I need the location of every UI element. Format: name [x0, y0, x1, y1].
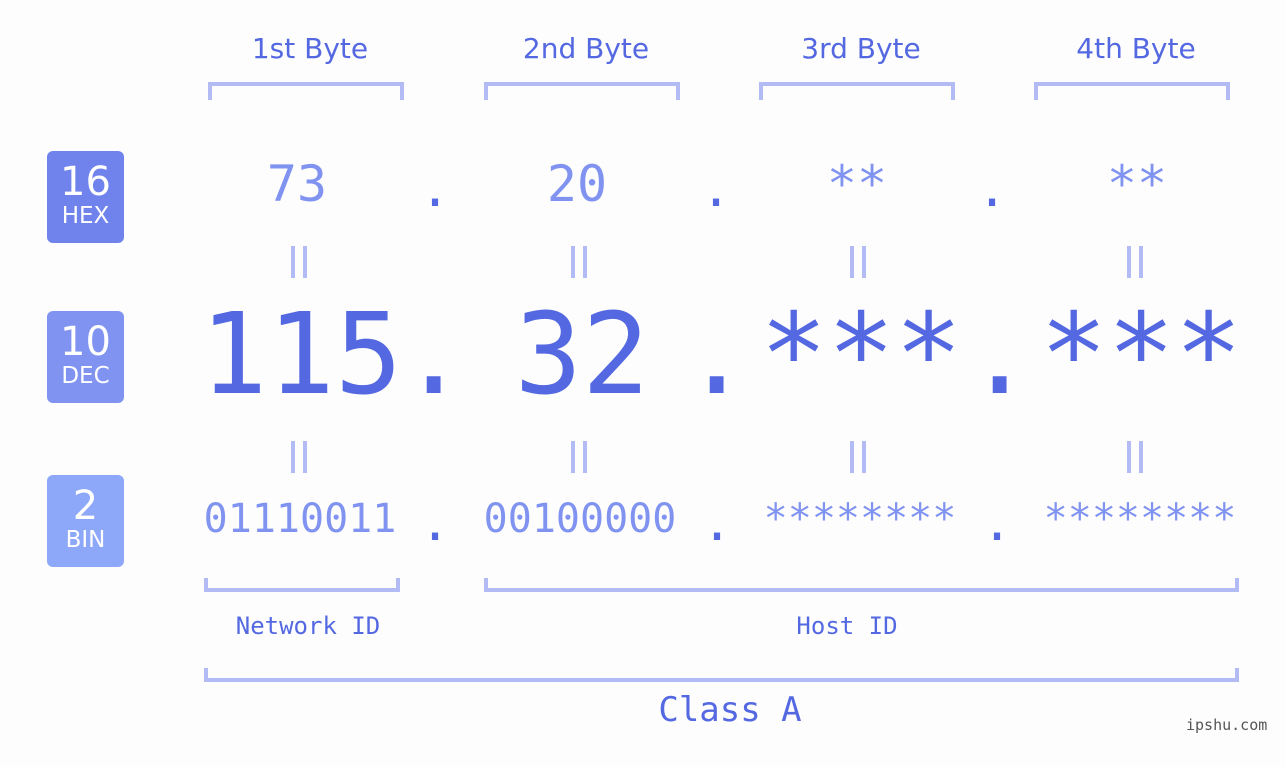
bin-dot-3: . — [982, 494, 1013, 552]
bin-byte-4: ******** — [1043, 496, 1237, 542]
dec-badge-label: DEC — [61, 363, 110, 389]
bin-byte-3: ******** — [763, 496, 957, 542]
class-bracket — [204, 668, 1239, 682]
hex-byte-3: ** — [826, 155, 888, 213]
hex-dot-2: . — [701, 160, 732, 218]
hex-dot-3: . — [977, 160, 1008, 218]
equals-icon — [1127, 441, 1147, 473]
bin-badge-base: 2 — [72, 483, 99, 529]
network-id-bracket — [204, 578, 400, 592]
watermark: ipshu.com — [1186, 716, 1268, 734]
bin-badge-label: BIN — [65, 527, 106, 553]
byte-bracket-3 — [759, 82, 955, 100]
byte-bracket-4 — [1034, 82, 1230, 100]
equals-icon — [571, 246, 591, 278]
dec-badge: 10 DEC — [47, 311, 124, 403]
equals-icon — [291, 441, 311, 473]
byte-header-3: 3rd Byte — [801, 32, 921, 65]
dec-dot-1: . — [400, 290, 468, 420]
hex-dot-1: . — [420, 160, 451, 218]
host-id-label: Host ID — [796, 612, 898, 640]
hex-badge-label: HEX — [61, 203, 110, 229]
byte-header-2: 2nd Byte — [522, 32, 650, 65]
byte-header-4: 4th Byte — [1076, 32, 1196, 65]
dec-byte-2: 32 — [514, 290, 650, 420]
dec-dot-3: . — [966, 290, 1034, 420]
hex-badge: 16 HEX — [47, 151, 124, 243]
class-label: Class A — [658, 690, 802, 730]
equals-icon — [850, 246, 870, 278]
dec-byte-3: *** — [760, 290, 963, 420]
dec-byte-4: *** — [1040, 290, 1243, 420]
equals-icon — [291, 246, 311, 278]
equals-icon — [571, 441, 591, 473]
dec-dot-2: . — [683, 290, 751, 420]
dec-badge-base: 10 — [60, 319, 111, 365]
bin-byte-2: 00100000 — [483, 496, 677, 542]
byte-bracket-1 — [208, 82, 404, 100]
bin-dot-1: . — [420, 494, 451, 552]
hex-badge-base: 16 — [60, 159, 111, 205]
host-id-bracket — [484, 578, 1239, 592]
hex-byte-2: 20 — [546, 155, 608, 213]
byte-header-1: 1st Byte — [251, 32, 369, 65]
hex-byte-1: 73 — [266, 155, 328, 213]
hex-byte-4: ** — [1106, 155, 1168, 213]
bin-badge: 2 BIN — [47, 475, 124, 567]
bin-dot-2: . — [702, 494, 733, 552]
bin-byte-1: 01110011 — [203, 496, 397, 542]
dec-byte-1: 115 — [200, 290, 403, 420]
equals-icon — [1127, 246, 1147, 278]
network-id-label: Network ID — [235, 612, 381, 640]
equals-icon — [850, 441, 870, 473]
byte-bracket-2 — [484, 82, 680, 100]
